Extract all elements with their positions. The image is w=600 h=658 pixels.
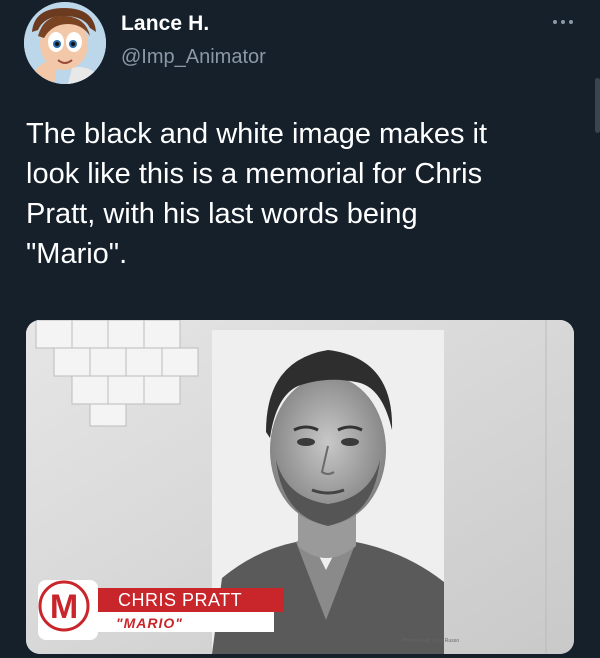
caption-role: "MARIO"	[116, 615, 183, 631]
lower-third-caption: M CHRIS PRATT "MARIO"	[38, 580, 288, 640]
dot-icon	[553, 20, 557, 24]
scrollbar[interactable]	[595, 78, 600, 133]
caption-name: CHRIS PRATT	[118, 590, 243, 610]
badge-letter: M	[50, 588, 78, 626]
tweet: Lance H. @Imp_Animator The black and whi…	[0, 0, 600, 658]
mario-m-icon: M	[38, 580, 98, 640]
avatar[interactable]	[24, 2, 106, 84]
user-handle[interactable]: @Imp_Animator	[121, 46, 266, 69]
avatar-image	[24, 2, 106, 84]
display-name[interactable]: Lance H.	[121, 12, 209, 36]
dot-icon	[561, 20, 565, 24]
tweet-text: The black and white image makes it look …	[26, 118, 487, 270]
photo-credit: Photo Credit: John Russo	[402, 638, 459, 644]
tweet-media[interactable]: M CHRIS PRATT "MARIO" Photo Credit: John…	[26, 320, 574, 654]
dot-icon	[569, 20, 573, 24]
more-options-button[interactable]	[548, 14, 578, 30]
